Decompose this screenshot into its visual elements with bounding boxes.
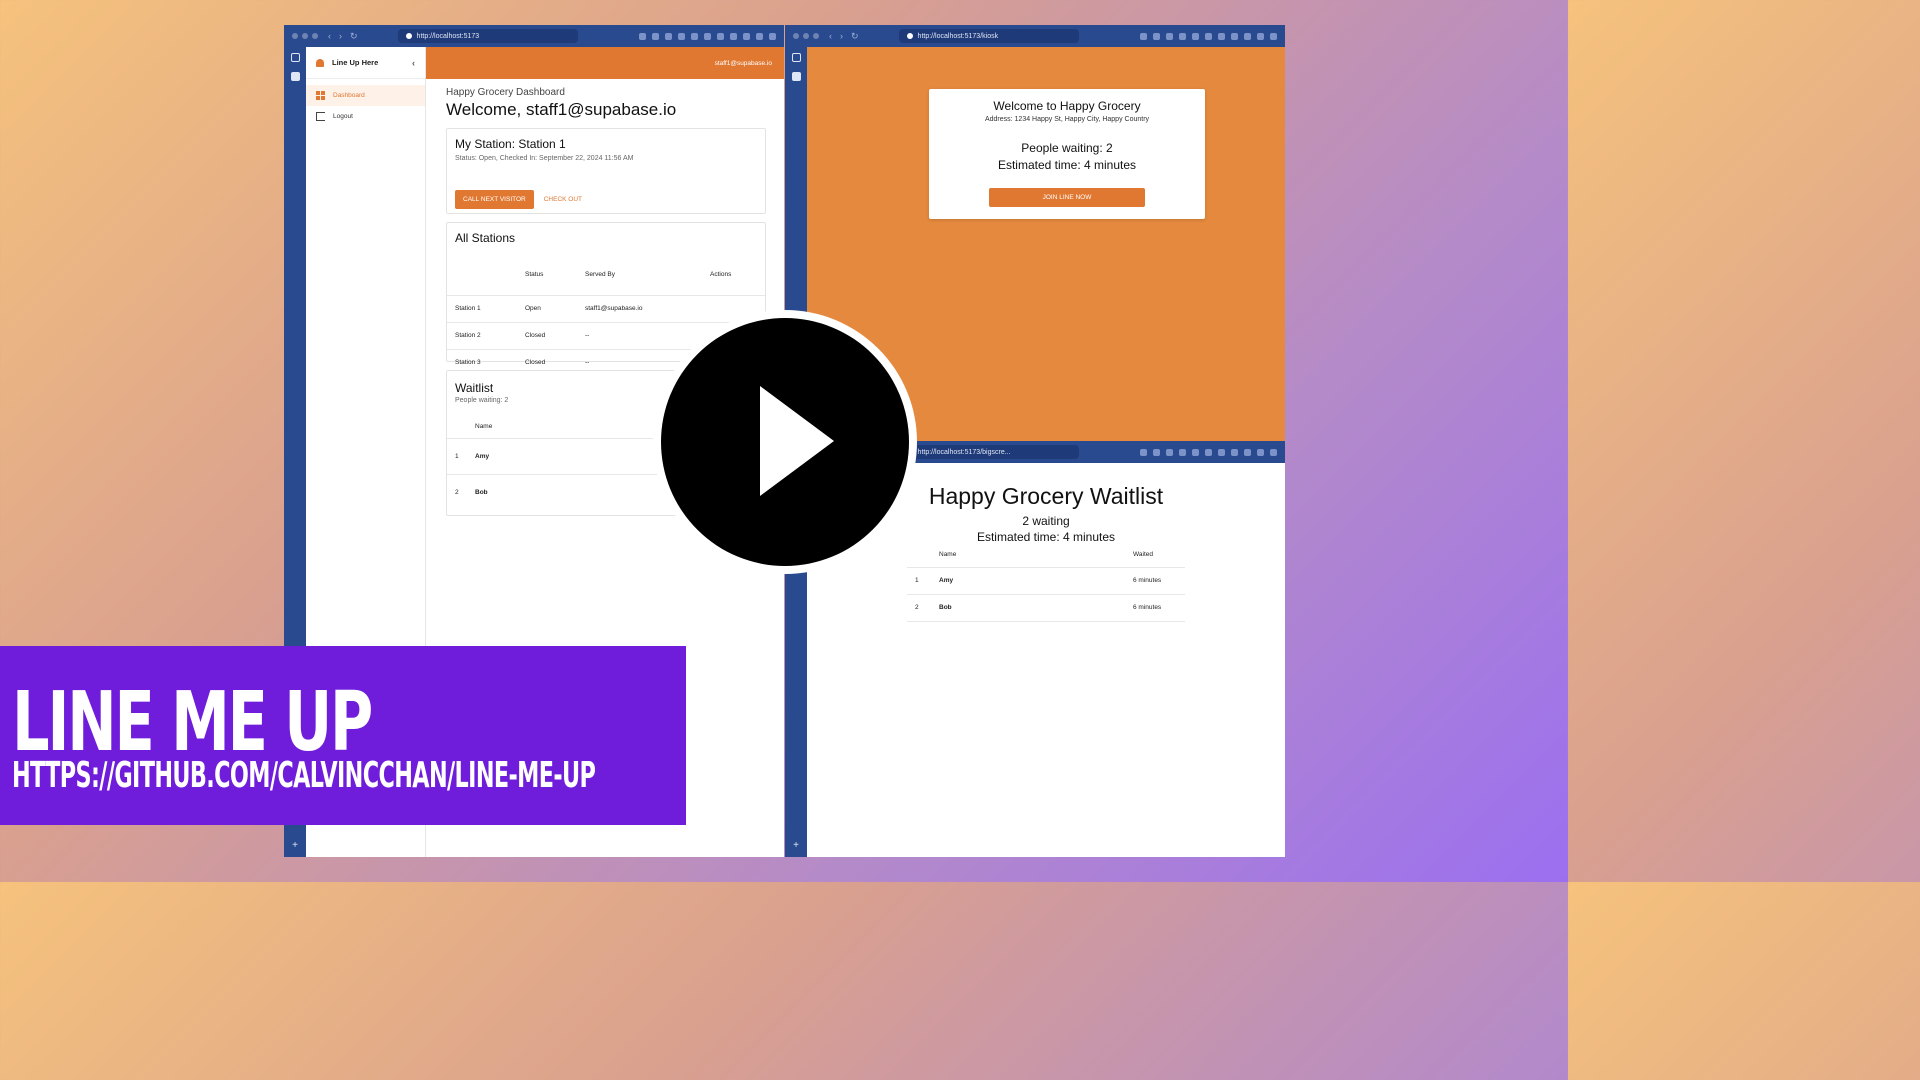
sidebar-item-label: Logout xyxy=(333,113,353,120)
dashboard-title: Happy Grocery Dashboard xyxy=(446,87,565,98)
title-banner: LINE ME UP HTTPS://GITHUB.COM/CALVINCCHA… xyxy=(0,646,686,825)
waitlist-waited: 6 minutes xyxy=(1133,577,1162,584)
address-text: http://localhost:5173 xyxy=(416,32,480,40)
column-header: Waited xyxy=(1133,551,1153,559)
column-header: Name xyxy=(939,551,957,559)
nav-arrows: ‹ › ↻ xyxy=(829,31,859,42)
sidebar-item-dashboard[interactable]: Dashboard xyxy=(306,85,425,106)
address-bar[interactable]: http://localhost:5173/bigscre... xyxy=(898,445,1079,459)
waitlist-waited: 6 minutes xyxy=(1133,604,1162,611)
reload-icon[interactable]: ↻ xyxy=(851,31,859,42)
back-icon[interactable]: ‹ xyxy=(829,31,832,42)
sidebar-item-logout[interactable]: Logout xyxy=(306,106,425,127)
station-served-by: staff1@supabase.io xyxy=(585,305,643,312)
banner-url: HTTPS://GITHUB.COM/CALVINCCHAN/LINE-ME-U… xyxy=(12,755,596,796)
waitlist-position: 1 xyxy=(915,577,919,584)
column-header: Actions xyxy=(710,271,732,279)
join-line-button[interactable]: JOIN LINE NOW xyxy=(989,188,1145,207)
station-status: Open xyxy=(525,305,541,312)
sidebar-toggle-icon[interactable] xyxy=(290,53,300,62)
forward-icon[interactable]: › xyxy=(840,31,843,42)
forward-icon[interactable]: › xyxy=(339,31,342,42)
app-brand: Line Up Here ‹ xyxy=(306,47,425,79)
kiosk-address: Address: 1234 Happy St, Happy City, Happ… xyxy=(984,116,1150,123)
dashboard-icon xyxy=(316,91,325,100)
my-station-status: Status: Open, Checked In: September 22, … xyxy=(455,155,634,162)
new-tab-icon[interactable]: + xyxy=(793,840,799,851)
station-served-by: -- xyxy=(585,332,590,339)
bigscreen-estimated: Estimated time: 4 minutes xyxy=(976,530,1116,544)
column-header: Served By xyxy=(585,271,615,279)
site-info-icon xyxy=(906,33,913,39)
station-name: Station 2 xyxy=(455,332,481,339)
sidebar-toggle-icon[interactable] xyxy=(791,53,801,62)
banner-title: LINE ME UP xyxy=(12,675,373,770)
station-name: Station 1 xyxy=(455,305,481,312)
extensions-bar xyxy=(639,32,776,40)
waitlist-position: 2 xyxy=(915,604,919,611)
check-out-button[interactable]: CHECK OUT xyxy=(536,190,590,209)
waitlist-position: 1 xyxy=(455,452,459,460)
extensions-bar xyxy=(1140,448,1277,456)
table-header: Name Waited xyxy=(907,543,1185,567)
address-bar[interactable]: http://localhost:5173/kiosk xyxy=(898,29,1079,43)
all-stations-title: All Stations xyxy=(455,231,516,245)
reload-icon[interactable]: ↻ xyxy=(350,31,358,42)
my-station-title: My Station: Station 1 xyxy=(455,137,566,151)
window-controls[interactable] xyxy=(292,33,318,39)
welcome-heading: Welcome, staff1@supabase.io xyxy=(446,100,677,119)
table-row: Station 1 Open staff1@supabase.io xyxy=(447,295,765,322)
my-station-card: My Station: Station 1 Status: Open, Chec… xyxy=(446,128,766,214)
column-header: Status xyxy=(525,271,544,279)
kiosk-people-waiting: People waiting: 2 xyxy=(1021,141,1113,155)
nav-arrows: ‹ › ↻ xyxy=(328,31,358,42)
table-row: 1 Amy 6 minutes xyxy=(907,567,1185,594)
browser-toolbar: ‹ › ↻ http://localhost:5173/kiosk xyxy=(785,25,1285,47)
app-header: staff1@supabase.io xyxy=(426,47,784,79)
user-email: staff1@supabase.io xyxy=(714,59,772,67)
bigscreen-waiting: 2 waiting xyxy=(1022,514,1070,528)
call-next-visitor-button[interactable]: CALL NEXT VISITOR xyxy=(455,190,534,209)
bigscreen-table: Name Waited 1 Amy 6 minutes 2 Bob 6 minu… xyxy=(907,543,1185,622)
tab-icon[interactable] xyxy=(290,72,300,81)
table-row: 2 Bob 6 minutes xyxy=(907,594,1185,621)
kiosk-title: Welcome to Happy Grocery xyxy=(993,99,1141,113)
app-name: Line Up Here xyxy=(332,58,379,67)
waitlist-name: Amy xyxy=(939,577,954,584)
browser-toolbar: ‹ › ↻ http://localhost:5173 xyxy=(284,25,784,47)
new-tab-icon[interactable]: + xyxy=(292,840,298,851)
bell-icon xyxy=(316,58,324,67)
back-icon[interactable]: ‹ xyxy=(328,31,331,42)
table-header: Status Served By Actions xyxy=(447,255,765,295)
sidebar-item-label: Dashboard xyxy=(333,92,365,99)
chevron-left-icon[interactable]: ‹ xyxy=(412,58,415,68)
play-icon xyxy=(760,386,834,496)
address-text: http://localhost:5173/kiosk xyxy=(917,32,999,40)
kiosk-card: Welcome to Happy Grocery Address: 1234 H… xyxy=(929,89,1205,219)
address-bar[interactable]: http://localhost:5173 xyxy=(397,29,578,43)
station-status: Closed xyxy=(525,332,546,339)
waitlist-position: 2 xyxy=(455,488,459,496)
kiosk-estimated-time: Estimated time: 4 minutes xyxy=(997,158,1137,172)
address-text: http://localhost:5173/bigscre... xyxy=(917,448,1011,456)
tab-icon[interactable] xyxy=(791,72,801,81)
bigscreen-title: Happy Grocery Waitlist xyxy=(928,483,1164,509)
logout-icon xyxy=(316,112,325,121)
window-controls[interactable] xyxy=(793,33,819,39)
extensions-bar xyxy=(1140,32,1277,40)
site-info-icon xyxy=(405,33,412,39)
waitlist-name: Bob xyxy=(939,604,952,611)
